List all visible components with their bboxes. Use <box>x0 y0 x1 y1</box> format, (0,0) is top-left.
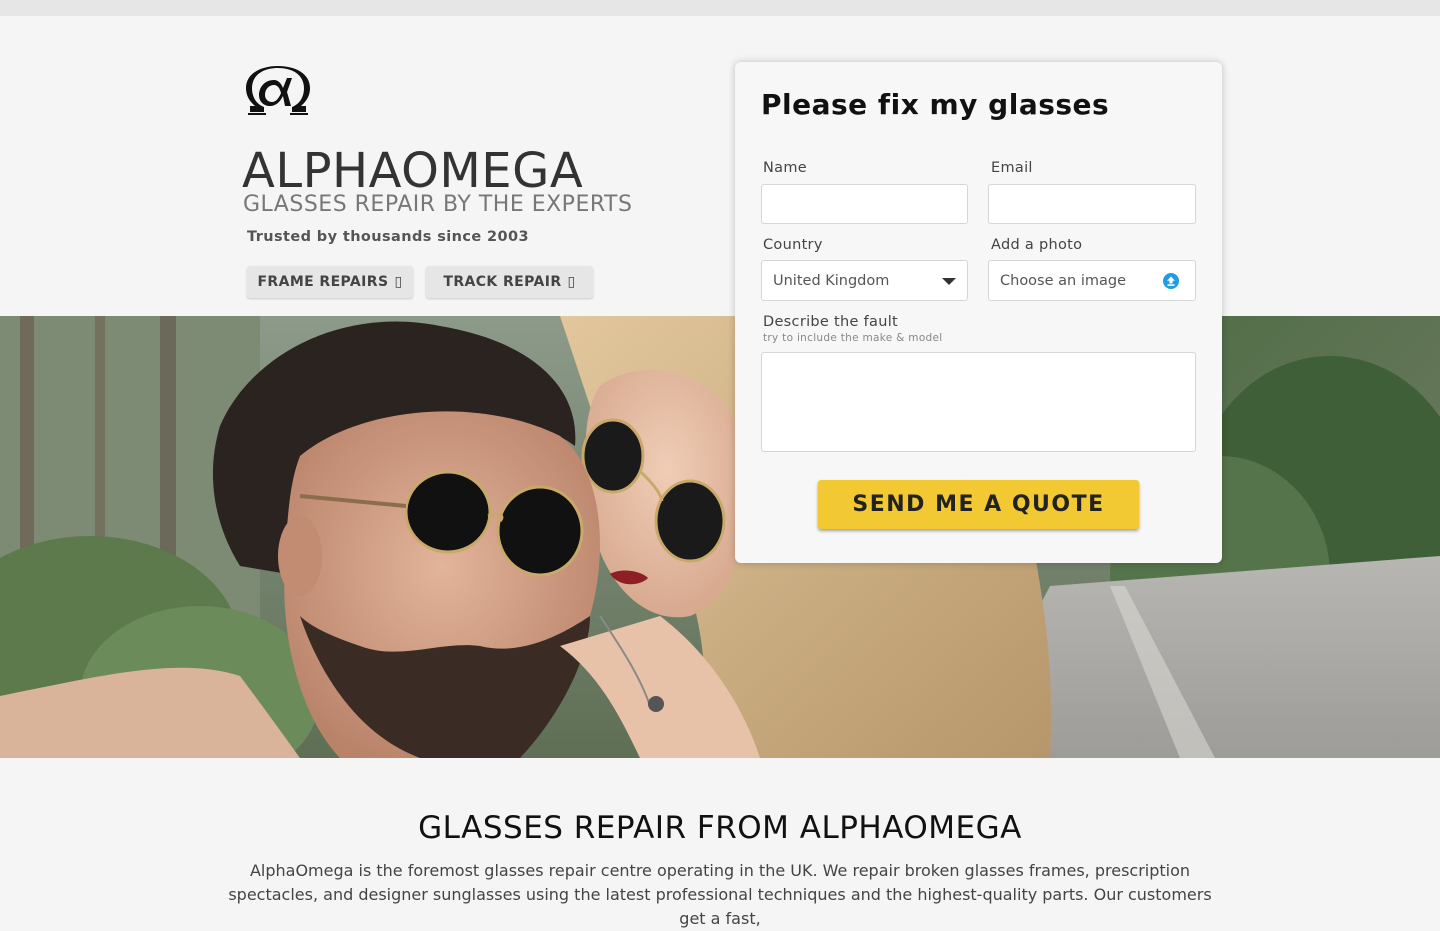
about-section: GLASSES REPAIR FROM ALPHAOMEGA AlphaOmeg… <box>0 758 1440 928</box>
photo-upload-field[interactable]: Choose an image <box>988 260 1196 301</box>
trusted-text: Trusted by thousands since 2003 <box>247 229 529 245</box>
alpha-omega-logo[interactable] <box>244 66 312 116</box>
upload-icon[interactable] <box>1163 273 1179 289</box>
about-heading: GLASSES REPAIR FROM ALPHAOMEGA <box>418 810 1022 846</box>
name-label: Name <box>763 160 807 176</box>
frame-repairs-label: FRAME REPAIRS <box>257 274 389 290</box>
top-strip <box>0 0 1440 16</box>
country-select[interactable]: United Kingdom <box>761 260 968 301</box>
country-select-value: United Kingdom <box>773 272 890 289</box>
brand-tagline: GLASSES REPAIR BY THE EXPERTS <box>243 192 633 217</box>
photo-upload-placeholder: Choose an image <box>1000 272 1126 289</box>
frame-repairs-button[interactable]: FRAME REPAIRS ▯ <box>247 266 413 298</box>
email-label: Email <box>991 160 1033 176</box>
photo-label: Add a photo <box>991 237 1083 253</box>
frame-repairs-icon: ▯ <box>394 274 403 290</box>
email-input[interactable] <box>988 184 1196 224</box>
quote-form: Please fix my glasses Name Email Country… <box>735 62 1222 563</box>
track-repair-label: TRACK REPAIR <box>443 274 562 290</box>
brand-name: ALPHAOMEGA <box>242 143 584 199</box>
header: ALPHAOMEGA GLASSES REPAIR BY THE EXPERTS… <box>0 16 1440 316</box>
track-repair-button[interactable]: TRACK REPAIR ▯ <box>426 266 593 298</box>
send-quote-button[interactable]: SEND ME A QUOTE <box>818 480 1139 529</box>
form-title: Please fix my glasses <box>761 88 1110 121</box>
caret-down-icon <box>942 278 956 285</box>
hero-image <box>0 316 1440 758</box>
name-input[interactable] <box>761 184 968 224</box>
track-repair-icon: ▯ <box>567 274 576 290</box>
fault-hint: try to include the make & model <box>763 332 943 344</box>
fault-label: Describe the fault <box>763 314 899 330</box>
about-text: AlphaOmega is the foremost glasses repai… <box>228 861 1212 928</box>
fault-textarea[interactable] <box>761 352 1196 452</box>
country-label: Country <box>763 237 823 253</box>
